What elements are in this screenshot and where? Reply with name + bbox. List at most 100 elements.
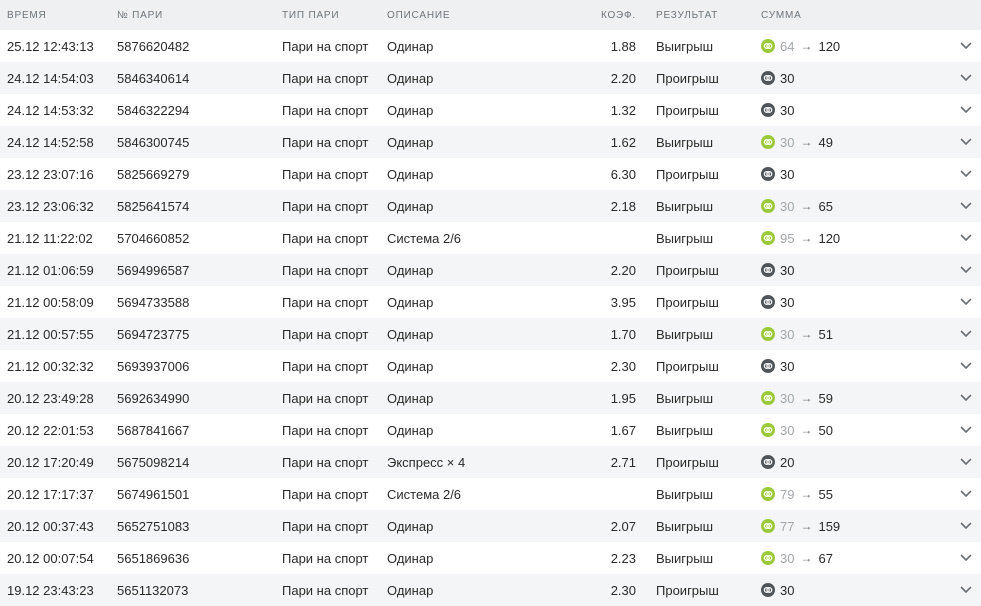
header-description[interactable]: ОПИСАНИЕ: [387, 0, 450, 30]
bet-time: 20.12 22:01:53: [7, 422, 94, 438]
chevron-down-icon[interactable]: [958, 62, 974, 94]
chevron-down-icon[interactable]: [958, 510, 974, 542]
table-row[interactable]: 21.12 00:32:32 5693937006 Пари на спорт Оди…: [0, 350, 981, 382]
bet-sum: 30 → 51: [761, 318, 833, 350]
table-row[interactable]: 20.12 23:49:28 5692634990 Пари на спорт Оди…: [0, 382, 981, 414]
bet-description: Одинар: [387, 390, 434, 406]
table-row[interactable]: 23.12 23:06:32 5825641574 Пари на спорт Оди…: [0, 190, 981, 222]
bet-type: Пари на спорт: [282, 582, 369, 598]
chevron-down-icon[interactable]: [958, 286, 974, 318]
table-row[interactable]: 20.12 17:17:37 5674961501 Пари на спорт Сис…: [0, 478, 981, 510]
header-bet-id[interactable]: № ПАРИ: [117, 0, 163, 30]
bet-result: Выигрыш: [656, 422, 714, 438]
stake-amount: 30: [780, 358, 795, 374]
coin-icon: [761, 263, 775, 277]
coin-icon: [761, 391, 775, 405]
table-row[interactable]: 24.12 14:52:58 5846300745 Пари на спорт Оди…: [0, 126, 981, 158]
coin-icon: [761, 519, 775, 533]
stake-amount: 77: [780, 518, 795, 534]
bet-result: Выигрыш: [656, 38, 714, 54]
table-row[interactable]: 20.12 17:20:49 5675098214 Пари на спорт Экс…: [0, 446, 981, 478]
stake-amount: 30: [780, 550, 795, 566]
table-row[interactable]: 24.12 14:53:32 5846322294 Пари на спорт Оди…: [0, 94, 981, 126]
stake-amount: 20: [780, 454, 795, 470]
table-row[interactable]: 19.12 23:43:23 5651132073 Пари на спорт Оди…: [0, 574, 981, 606]
chevron-down-icon[interactable]: [958, 350, 974, 382]
bet-type: Пари на спорт: [282, 550, 369, 566]
stake-amount: 30: [780, 326, 795, 342]
bet-time: 23.12 23:07:16: [7, 166, 94, 182]
chevron-down-icon[interactable]: [958, 222, 974, 254]
stake-amount: 30: [780, 422, 795, 438]
bet-time: 24.12 14:54:03: [7, 70, 94, 86]
payout-amount: 65: [818, 198, 833, 214]
bet-coefficient: 2.20: [610, 262, 636, 278]
bet-type: Пари на спорт: [282, 422, 369, 438]
arrow-right-icon: →: [800, 199, 813, 213]
bet-description: Система 2/6: [387, 486, 462, 502]
bet-time: 20.12 00:07:54: [7, 550, 94, 566]
chevron-down-icon[interactable]: [958, 126, 974, 158]
header-time[interactable]: ВРЕМЯ: [7, 0, 47, 30]
coin-icon: [761, 231, 775, 245]
coin-icon: [761, 551, 775, 565]
bet-coefficient: 2.07: [610, 518, 636, 534]
bet-sum: 30 → 67: [761, 542, 833, 574]
payout-amount: 59: [818, 390, 833, 406]
chevron-down-icon[interactable]: [958, 574, 974, 606]
bet-description: Одинар: [387, 326, 434, 342]
bet-id: 5704660852: [117, 230, 190, 246]
stake-amount: 30: [780, 166, 795, 182]
bet-result: Проигрыш: [656, 358, 719, 374]
bet-type: Пари на спорт: [282, 518, 369, 534]
chevron-down-icon[interactable]: [958, 190, 974, 222]
bet-id: 5694723775: [117, 326, 190, 342]
table-row[interactable]: 21.12 11:22:02 5704660852 Пари на спорт Сис…: [0, 222, 981, 254]
stake-amount: 30: [780, 294, 795, 310]
chevron-down-icon[interactable]: [958, 382, 974, 414]
chevron-down-icon[interactable]: [958, 414, 974, 446]
bet-type: Пари на спорт: [282, 486, 369, 502]
header-sum[interactable]: СУММА: [761, 0, 802, 30]
bet-type: Пари на спорт: [282, 38, 369, 54]
bet-id: 5651869636: [117, 550, 190, 566]
coin-icon: [761, 103, 775, 117]
bet-description: Одинар: [387, 518, 434, 534]
table-row[interactable]: 24.12 14:54:03 5846340614 Пари на спорт Оди…: [0, 62, 981, 94]
table-row[interactable]: 21.12 00:58:09 5694733588 Пари на спорт Оди…: [0, 286, 981, 318]
table-row[interactable]: 20.12 00:07:54 5651869636 Пари на спорт Оди…: [0, 542, 981, 574]
bet-description: Одинар: [387, 38, 434, 54]
bet-coefficient: 2.18: [610, 198, 636, 214]
chevron-down-icon[interactable]: [958, 542, 974, 574]
stake-amount: 30: [780, 198, 795, 214]
coin-icon: [761, 71, 775, 85]
bet-result: Проигрыш: [656, 166, 719, 182]
table-row[interactable]: 21.12 00:57:55 5694723775 Пари на спорт Оди…: [0, 318, 981, 350]
bet-id: 5652751083: [117, 518, 190, 534]
chevron-down-icon[interactable]: [958, 478, 974, 510]
chevron-down-icon[interactable]: [958, 254, 974, 286]
chevron-down-icon[interactable]: [958, 94, 974, 126]
table-row[interactable]: 23.12 23:07:16 5825669279 Пари на спорт Оди…: [0, 158, 981, 190]
chevron-down-icon[interactable]: [958, 30, 974, 62]
header-coefficient[interactable]: КОЭФ.: [560, 0, 636, 30]
table-body: 25.12 12:43:13 5876620482 Пари на спорт Оди…: [0, 30, 981, 606]
chevron-down-icon[interactable]: [958, 318, 974, 350]
table-row[interactable]: 20.12 22:01:53 5687841667 Пари на спорт Оди…: [0, 414, 981, 446]
table-row[interactable]: 25.12 12:43:13 5876620482 Пари на спорт Оди…: [0, 30, 981, 62]
header-result[interactable]: РЕЗУЛЬТАТ: [656, 0, 718, 30]
bet-time: 21.12 11:22:02: [7, 230, 93, 246]
payout-amount: 159: [818, 518, 841, 534]
bet-sum: 30: [761, 158, 794, 190]
table-row[interactable]: 20.12 00:37:43 5652751083 Пари на спорт Оди…: [0, 510, 981, 542]
header-bet-type[interactable]: ТИП ПАРИ: [282, 0, 339, 30]
bet-time: 20.12 17:17:37: [7, 486, 94, 502]
bet-id: 5675098214: [117, 454, 190, 470]
bet-sum: 30: [761, 254, 794, 286]
bet-coefficient: [560, 222, 636, 254]
chevron-down-icon[interactable]: [958, 158, 974, 190]
bet-description: Одинар: [387, 294, 434, 310]
chevron-down-icon[interactable]: [958, 446, 974, 478]
bet-sum: 30 → 50: [761, 414, 833, 446]
table-row[interactable]: 21.12 01:06:59 5694996587 Пари на спорт Оди…: [0, 254, 981, 286]
